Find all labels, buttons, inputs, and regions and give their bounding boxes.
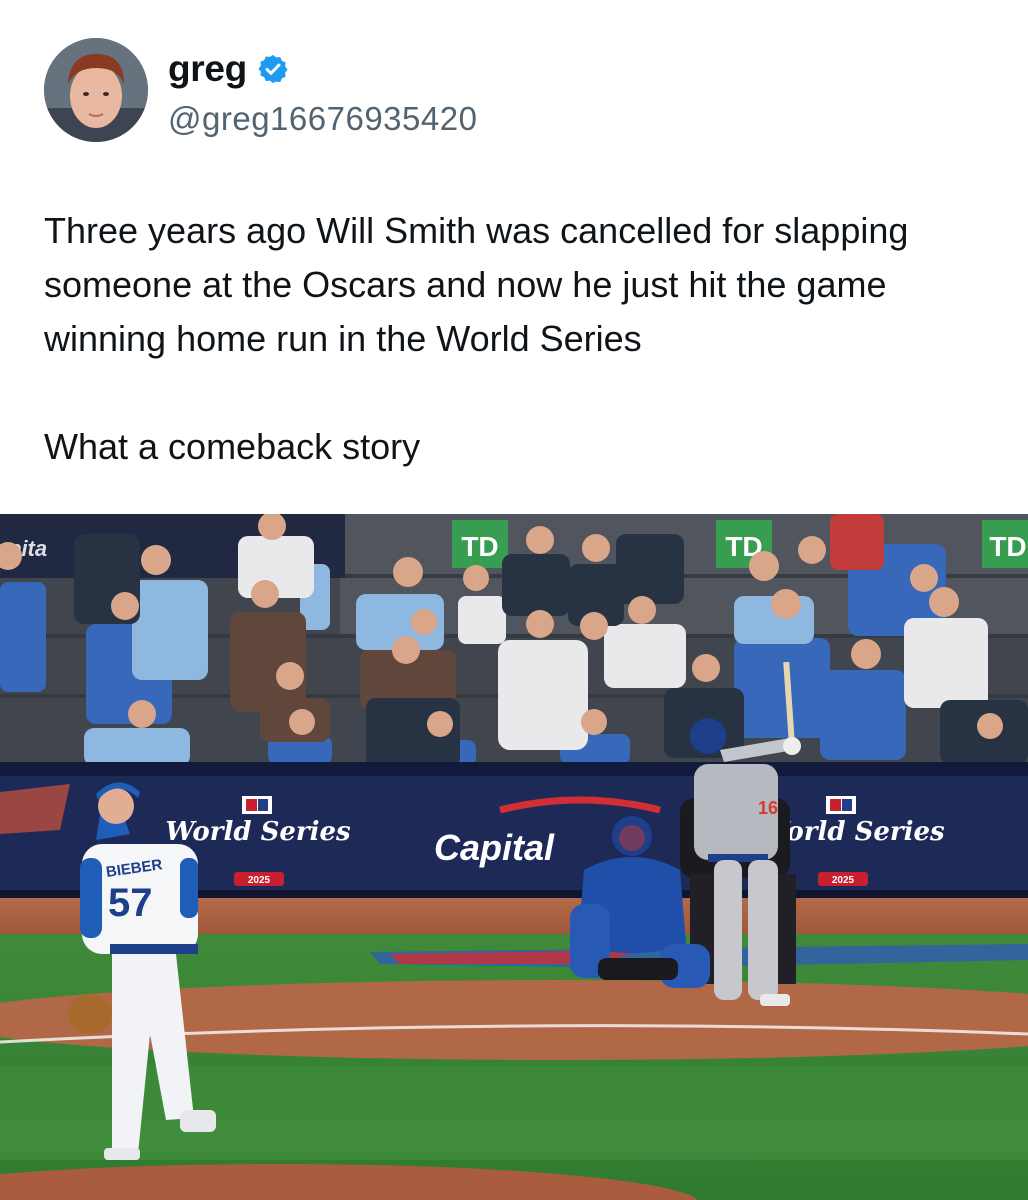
baseball-photo: pita TD TD TD World Series 2025 Capital … (0, 514, 1028, 1200)
svg-text:16: 16 (758, 798, 778, 818)
svg-text:World Series: World Series (165, 817, 351, 847)
post-text: Three years ago Will Smith was cancelled… (44, 204, 994, 474)
handle[interactable]: @greg16676935420 (168, 100, 477, 138)
post-media-photo[interactable]: pita TD TD TD World Series 2025 Capital … (0, 514, 1028, 1200)
glove (68, 994, 112, 1034)
post-header: greg @greg16676935420 (44, 38, 984, 142)
svg-text:57: 57 (108, 881, 153, 925)
display-name-row[interactable]: greg (168, 48, 289, 90)
verified-badge-icon (258, 55, 288, 83)
avatar-image (44, 38, 148, 142)
svg-text:Capital: Capital (434, 827, 555, 868)
avatar[interactable] (44, 38, 148, 142)
display-name[interactable]: greg (168, 48, 247, 90)
svg-text:2025: 2025 (248, 875, 271, 886)
post-paragraph-1: Three years ago Will Smith was cancelled… (44, 210, 909, 359)
svg-text:2025: 2025 (832, 875, 855, 886)
post-paragraph-2: What a comeback story (44, 426, 421, 467)
